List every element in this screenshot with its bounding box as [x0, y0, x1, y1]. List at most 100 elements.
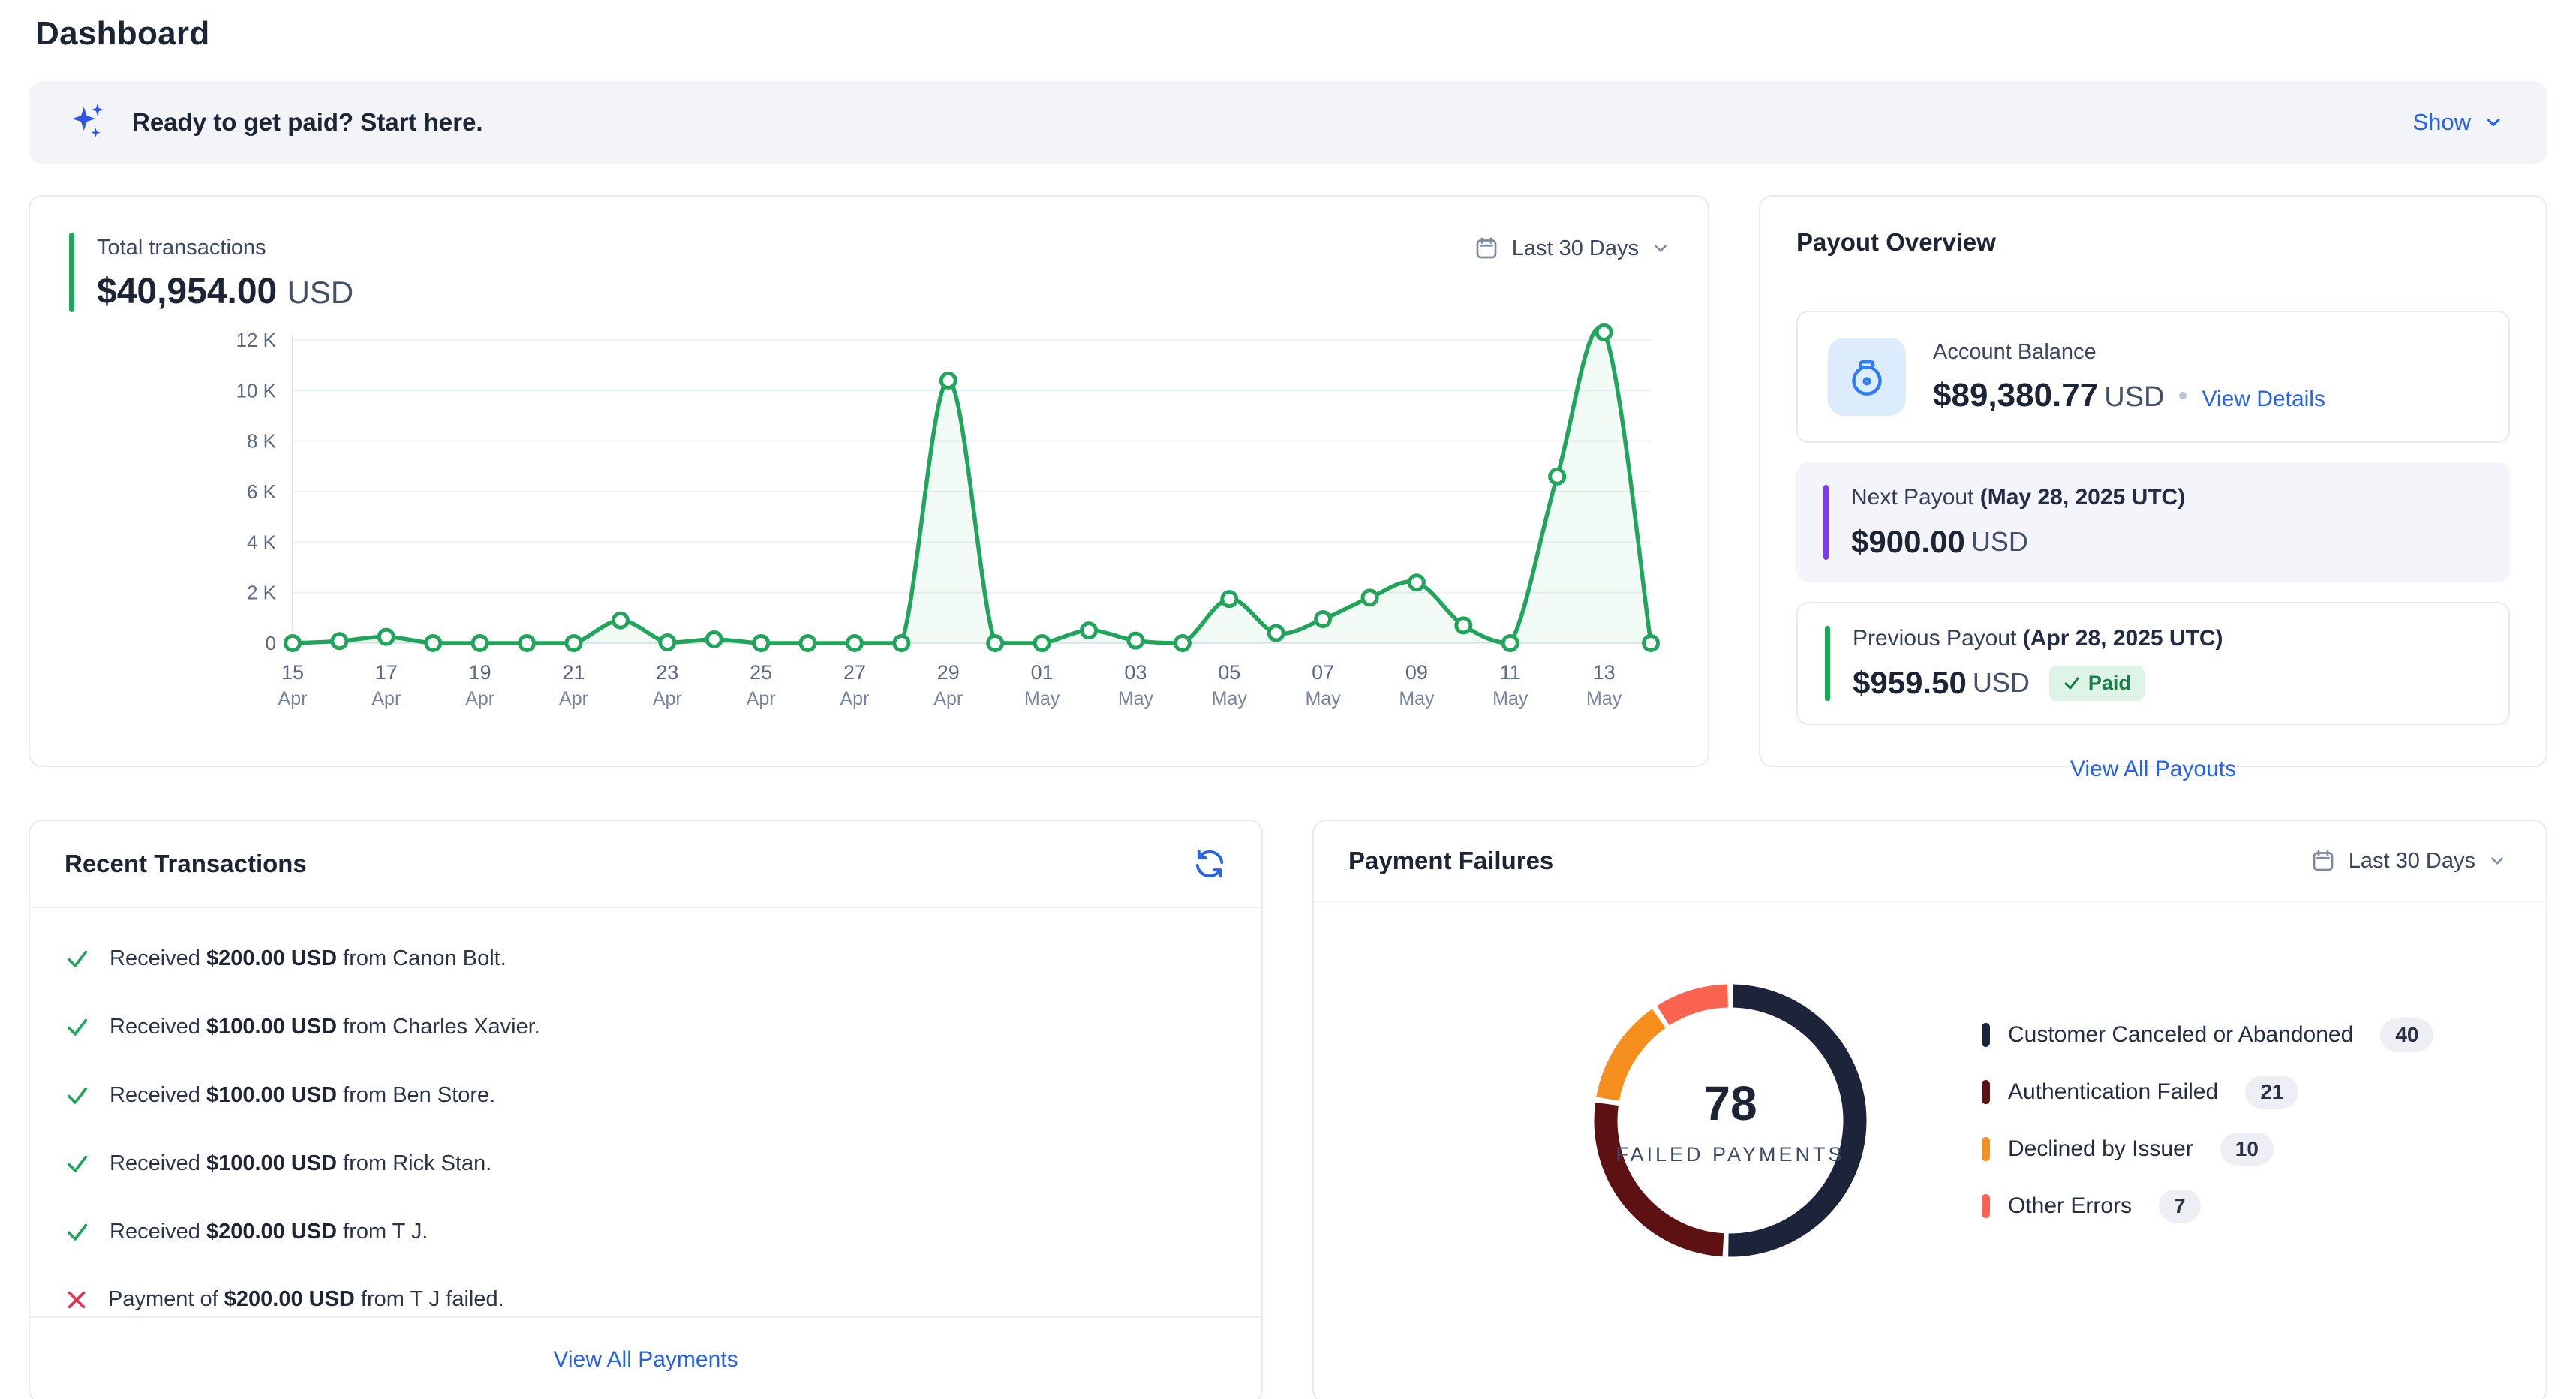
legend-label: Declined by Issuer: [2008, 1136, 2193, 1162]
svg-text:May: May: [1305, 688, 1341, 709]
svg-text:Apr: Apr: [933, 688, 963, 709]
svg-text:Apr: Apr: [653, 688, 682, 709]
previous-payout-currency: USD: [1973, 667, 2030, 699]
refresh-icon: [1192, 847, 1227, 881]
view-all-payments-link[interactable]: View All Payments: [553, 1347, 738, 1373]
transactions-list: Received $200.00 USD from Canon Bolt. Rec…: [30, 908, 1261, 1312]
legend-label: Customer Canceled or Abandoned: [2008, 1022, 2353, 1048]
account-balance-box: Account Balance $89,380.77 USD View Deta…: [1796, 311, 2510, 443]
transaction-text: Received $100.00 USD from Ben Store.: [110, 1083, 495, 1108]
transaction-list-item[interactable]: Received $200.00 USD from Canon Bolt.: [65, 946, 1227, 971]
payout-overview-title: Payout Overview: [1796, 228, 2510, 257]
svg-text:11: 11: [1500, 661, 1521, 684]
calendar-icon: [1473, 235, 1500, 262]
transaction-text: Received $100.00 USD from Rick Stan.: [110, 1151, 491, 1176]
transaction-text: Received $200.00 USD from Canon Bolt.: [110, 946, 506, 971]
success-check-icon: [65, 1151, 90, 1176]
svg-text:4 K: 4 K: [247, 531, 277, 553]
svg-text:27: 27: [843, 661, 866, 684]
svg-text:Apr: Apr: [465, 688, 494, 709]
transaction-list-item[interactable]: Received $200.00 USD from T J.: [65, 1219, 1227, 1244]
chevron-down-icon: [1651, 239, 1670, 258]
next-payout-currency: USD: [1971, 526, 2028, 558]
purple-accent-bar: [1823, 485, 1829, 560]
previous-payout-amount: $959.50: [1853, 665, 1967, 701]
legend-count-badge: 7: [2159, 1190, 2201, 1223]
transaction-list-item[interactable]: Payment of $200.00 USD from T J failed.: [65, 1287, 1227, 1312]
legend-count-badge: 40: [2380, 1018, 2433, 1052]
failures-donut-chart: 78 FAILED PAYMENTS: [1584, 974, 1877, 1267]
sparkle-icon: [68, 101, 111, 144]
transaction-text: Received $100.00 USD from Charles Xavier…: [110, 1015, 540, 1039]
legend-marker: [1982, 1194, 1990, 1218]
svg-text:05: 05: [1218, 661, 1240, 684]
svg-text:0: 0: [266, 632, 276, 654]
payout-overview-card: Payout Overview Account Balance $89,380.…: [1759, 195, 2547, 767]
payment-failures-card: Payment Failures Last 30 Days: [1312, 820, 2547, 1399]
transaction-text: Received $200.00 USD from T J.: [110, 1220, 428, 1244]
svg-text:25: 25: [750, 661, 772, 684]
svg-text:12 K: 12 K: [236, 329, 277, 351]
svg-text:01: 01: [1031, 661, 1054, 684]
green-accent-bar: [69, 233, 74, 312]
account-balance-label: Account Balance: [1933, 340, 2325, 365]
svg-text:2 K: 2 K: [247, 582, 277, 604]
legend-label: Other Errors: [2008, 1193, 2132, 1219]
page-title: Dashboard: [35, 15, 2576, 53]
transaction-list-item[interactable]: Received $100.00 USD from Ben Store.: [65, 1082, 1227, 1108]
svg-text:03: 03: [1124, 661, 1147, 684]
svg-text:19: 19: [469, 661, 491, 684]
dot-separator: [2179, 392, 2187, 399]
check-icon: [2063, 674, 2081, 692]
total-transactions-amount: $40,954.00 USD: [97, 271, 353, 312]
onboarding-banner: Ready to get paid? Start here. Show: [29, 81, 2547, 164]
green-accent-bar: [1825, 626, 1830, 701]
svg-text:29: 29: [937, 661, 960, 684]
amount-currency: USD: [287, 275, 354, 310]
svg-text:09: 09: [1405, 661, 1428, 684]
transaction-list-item[interactable]: Received $100.00 USD from Rick Stan.: [65, 1151, 1227, 1176]
success-check-icon: [65, 1219, 90, 1244]
range-label: Last 30 Days: [2349, 849, 2475, 874]
total-transactions-card: Total transactions $40,954.00 USD Last 3…: [29, 195, 1709, 767]
previous-payout-label: Previous Payout: [1853, 626, 2016, 651]
payment-failures-title: Payment Failures: [1348, 847, 1553, 875]
failed-x-icon: [65, 1288, 89, 1312]
view-details-link[interactable]: View Details: [2202, 387, 2325, 412]
svg-text:07: 07: [1312, 661, 1334, 684]
banner-show-button[interactable]: Show: [2408, 108, 2508, 137]
svg-text:May: May: [1399, 688, 1435, 709]
transaction-list-item[interactable]: Received $100.00 USD from Charles Xavier…: [65, 1014, 1227, 1039]
svg-text:Apr: Apr: [840, 688, 870, 709]
transaction-text: Payment of $200.00 USD from T J failed.: [108, 1287, 504, 1312]
show-label: Show: [2412, 109, 2471, 136]
next-payout-label: Next Payout: [1851, 485, 1973, 510]
account-balance-currency: USD: [2104, 381, 2164, 414]
refresh-button[interactable]: [1192, 847, 1227, 881]
range-label: Last 30 Days: [1512, 236, 1639, 261]
failed-payments-count: 78: [1703, 1076, 1757, 1131]
total-transactions-metric: Total transactions $40,954.00 USD: [69, 233, 353, 312]
transactions-line-chart: 02 K4 K6 K8 K10 K12 K15Apr17Apr19Apr21Ap…: [218, 320, 1688, 748]
svg-text:8 K: 8 K: [247, 430, 277, 453]
amount-value: $40,954.00: [97, 272, 277, 311]
recent-transactions-title: Recent Transactions: [65, 850, 307, 878]
svg-text:Apr: Apr: [278, 688, 308, 709]
svg-text:Apr: Apr: [371, 688, 401, 709]
previous-payout-date: (Apr 28, 2025 UTC): [2023, 626, 2223, 651]
legend-item[interactable]: Other Errors 7: [1982, 1190, 2433, 1223]
legend-item[interactable]: Customer Canceled or Abandoned 40: [1982, 1018, 2433, 1052]
legend-item[interactable]: Declined by Issuer10: [1982, 1133, 2433, 1166]
recent-transactions-card: Recent Transactions Received $200.00 USD…: [29, 820, 1263, 1399]
failures-range-selector[interactable]: Last 30 Days: [2305, 847, 2511, 875]
money-bag-icon: [1828, 338, 1906, 416]
legend-item[interactable]: Authentication Failed21: [1982, 1076, 2433, 1109]
previous-payout-box: Previous Payout (Apr 28, 2025 UTC) $959.…: [1796, 602, 2510, 725]
view-all-payouts-link[interactable]: View All Payouts: [1796, 757, 2510, 782]
svg-text:13: 13: [1593, 661, 1616, 684]
chart-range-selector[interactable]: Last 30 Days: [1468, 234, 1675, 263]
success-check-icon: [65, 946, 90, 971]
legend-count-badge: 21: [2245, 1076, 2298, 1109]
paid-status-badge: Paid: [2049, 666, 2145, 701]
svg-text:6 K: 6 K: [247, 480, 277, 503]
